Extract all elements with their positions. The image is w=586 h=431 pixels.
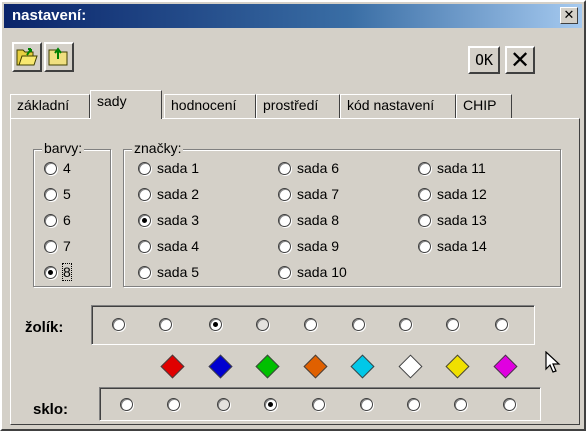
znacky-option-sada-12[interactable]: sada 12 bbox=[418, 186, 487, 202]
radio-button[interactable] bbox=[418, 239, 431, 253]
radio-button[interactable] bbox=[138, 187, 151, 201]
radio-button[interactable] bbox=[278, 161, 291, 175]
magenta-diamond-icon bbox=[493, 354, 518, 379]
znacky-option-sada-10[interactable]: sada 10 bbox=[278, 264, 347, 280]
tab-sady[interactable]: sady bbox=[90, 90, 162, 119]
tab-chip[interactable]: CHIP bbox=[456, 94, 512, 118]
window-title: nastavení: bbox=[12, 7, 87, 24]
folder-save-icon bbox=[48, 47, 68, 66]
tab-hodnoceni[interactable]: hodnocení bbox=[164, 94, 256, 118]
zolik-selector bbox=[91, 305, 535, 345]
tab-bar: základní sady hodnocení prostředí kód na… bbox=[10, 90, 580, 119]
znacky-option-sada-2[interactable]: sada 2 bbox=[138, 186, 199, 202]
barvy-group: barvy: 4 5 6 7 8 bbox=[33, 140, 111, 287]
red-diamond-icon bbox=[160, 354, 185, 379]
zolik-radio-1[interactable] bbox=[112, 318, 125, 331]
orange-diamond-icon bbox=[303, 354, 328, 379]
sklo-selector bbox=[99, 387, 541, 421]
zolik-radio-2[interactable] bbox=[159, 318, 172, 331]
znacky-option-sada-4[interactable]: sada 4 bbox=[138, 238, 199, 254]
sklo-radio-3[interactable] bbox=[217, 398, 230, 411]
sklo-radio-5[interactable] bbox=[312, 398, 325, 411]
close-button[interactable]: ✕ bbox=[560, 7, 578, 24]
sklo-label: sklo: bbox=[33, 401, 69, 418]
radio-button[interactable] bbox=[418, 187, 431, 201]
znacky-legend: značky: bbox=[132, 140, 184, 156]
cancel-button[interactable]: ✕ bbox=[505, 46, 535, 74]
title-bar[interactable]: nastavení: ✕ bbox=[4, 4, 582, 28]
radio-button[interactable] bbox=[44, 213, 57, 227]
sklo-radio-1[interactable] bbox=[120, 398, 133, 411]
radio-button-selected[interactable] bbox=[138, 213, 151, 227]
zolik-radio-9[interactable] bbox=[495, 318, 508, 331]
znacky-option-sada-9[interactable]: sada 9 bbox=[278, 238, 339, 254]
cyan-diamond-icon bbox=[350, 354, 375, 379]
barvy-legend: barvy: bbox=[42, 140, 85, 156]
sklo-radio-7[interactable] bbox=[407, 398, 420, 411]
tab-kod-nastaveni[interactable]: kód nastavení bbox=[340, 94, 456, 118]
zolik-radio-5[interactable] bbox=[304, 318, 317, 331]
sklo-radio-6[interactable] bbox=[360, 398, 373, 411]
znacky-option-sada-14[interactable]: sada 14 bbox=[418, 238, 487, 254]
tab-zakladni[interactable]: základní bbox=[10, 94, 90, 118]
open-button[interactable] bbox=[12, 42, 42, 72]
zolik-radio-7[interactable] bbox=[399, 318, 412, 331]
znacky-option-sada-8[interactable]: sada 8 bbox=[278, 212, 339, 228]
tab-prostredi[interactable]: prostředí bbox=[256, 94, 340, 118]
znacky-option-sada-11[interactable]: sada 11 bbox=[418, 160, 486, 176]
sklo-radio-4[interactable] bbox=[264, 398, 277, 411]
barvy-option-8[interactable]: 8 bbox=[44, 263, 72, 281]
radio-button[interactable] bbox=[278, 239, 291, 253]
radio-button[interactable] bbox=[278, 265, 291, 279]
barvy-option-6[interactable]: 6 bbox=[44, 212, 71, 228]
sklo-radio-9[interactable] bbox=[503, 398, 516, 411]
green-diamond-icon bbox=[255, 354, 280, 379]
barvy-option-7[interactable]: 7 bbox=[44, 238, 71, 254]
radio-button[interactable] bbox=[138, 161, 151, 175]
blue-diamond-icon bbox=[208, 354, 233, 379]
radio-button[interactable] bbox=[278, 187, 291, 201]
radio-button[interactable] bbox=[278, 213, 291, 227]
settings-window: nastavení: ✕ OK ✕ základní sady hodnocen… bbox=[0, 0, 586, 431]
znacky-option-sada-7[interactable]: sada 7 bbox=[278, 186, 339, 202]
radio-button[interactable] bbox=[44, 239, 57, 253]
white-diamond-icon bbox=[398, 354, 423, 379]
zolik-radio-8[interactable] bbox=[446, 318, 459, 331]
folder-open-icon bbox=[16, 48, 38, 66]
barvy-option-4[interactable]: 4 bbox=[44, 160, 71, 176]
znacky-option-sada-1[interactable]: sada 1 bbox=[138, 160, 199, 176]
sklo-radio-8[interactable] bbox=[454, 398, 467, 411]
znacky-option-sada-5[interactable]: sada 5 bbox=[138, 264, 199, 280]
znacky-option-sada-6[interactable]: sada 6 bbox=[278, 160, 339, 176]
tab-panel-sady: barvy: 4 5 6 7 8 značky: sada 1 sada 2 s… bbox=[10, 118, 580, 425]
radio-button[interactable] bbox=[44, 161, 57, 175]
sklo-radio-2[interactable] bbox=[167, 398, 180, 411]
znacky-option-sada-13[interactable]: sada 13 bbox=[418, 212, 487, 228]
ok-button[interactable]: OK bbox=[468, 46, 500, 74]
mouse-cursor-icon bbox=[545, 351, 561, 373]
radio-button[interactable] bbox=[44, 187, 57, 201]
radio-button[interactable] bbox=[418, 161, 431, 175]
radio-button-selected[interactable] bbox=[44, 265, 57, 279]
barvy-option-5[interactable]: 5 bbox=[44, 186, 71, 202]
znacky-group: značky: sada 1 sada 2 sada 3 sada 4 sada… bbox=[123, 140, 561, 287]
zolik-radio-6[interactable] bbox=[352, 318, 365, 331]
radio-button[interactable] bbox=[138, 265, 151, 279]
zolik-radio-4[interactable] bbox=[256, 318, 269, 331]
zolik-radio-3[interactable] bbox=[209, 318, 222, 331]
znacky-option-sada-3[interactable]: sada 3 bbox=[138, 212, 199, 228]
zolik-label: žolík: bbox=[25, 319, 64, 336]
radio-button[interactable] bbox=[138, 239, 151, 253]
yellow-diamond-icon bbox=[445, 354, 470, 379]
save-button[interactable] bbox=[44, 42, 74, 72]
radio-button[interactable] bbox=[418, 213, 431, 227]
